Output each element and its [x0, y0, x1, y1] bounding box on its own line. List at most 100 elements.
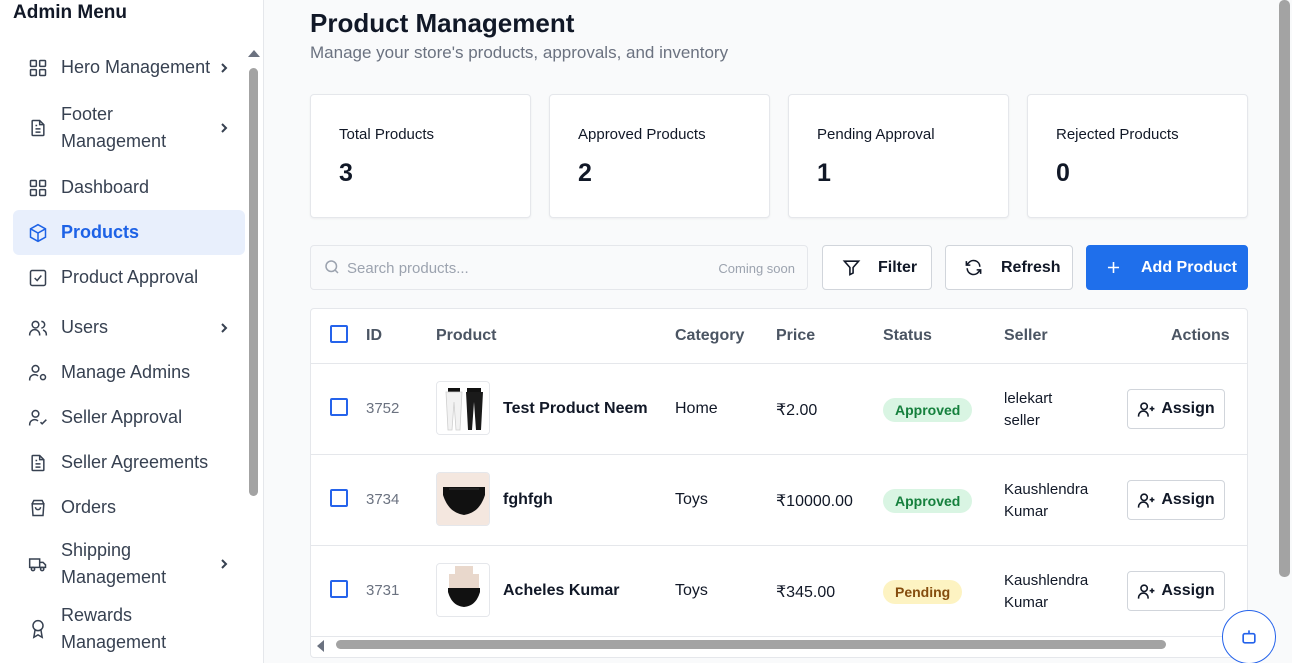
users-icon: [27, 317, 49, 339]
stat-label: Total Products: [339, 126, 435, 143]
select-all-checkbox[interactable]: [330, 325, 348, 343]
product-category: Toys: [675, 491, 708, 508]
document-icon: [27, 117, 49, 139]
plus-icon: [1107, 261, 1120, 274]
chevron-right-icon: [217, 122, 231, 134]
scroll-left-arrow-icon[interactable]: [317, 640, 324, 652]
seller-name-line: Kumar: [1004, 594, 1049, 611]
award-icon: [27, 618, 49, 640]
sidebar-item-shipping-management[interactable]: Shipping Management: [13, 534, 245, 593]
sidebar-item-seller-approval[interactable]: Seller Approval: [13, 395, 245, 440]
sidebar-item-manage-admins[interactable]: Manage Admins: [13, 350, 245, 395]
assign-button[interactable]: Assign: [1127, 389, 1225, 429]
status-badge: Approved: [883, 398, 973, 422]
sidebar-title: Admin Menu: [13, 2, 127, 23]
sidebar-item-seller-agreements[interactable]: Seller Agreements: [13, 440, 245, 485]
assign-button[interactable]: Assign: [1127, 571, 1225, 611]
seller-name: Kaushlendra Kumar: [1004, 570, 1088, 614]
sidebar-item-orders[interactable]: Orders: [13, 485, 245, 530]
page-scrollbar-thumb[interactable]: [1279, 0, 1290, 577]
sidebar-item-rewards-management[interactable]: Rewards Management: [13, 599, 245, 658]
refresh-icon: [965, 259, 982, 276]
user-plus-icon: [1138, 401, 1155, 417]
product-category: Home: [675, 400, 718, 417]
add-product-label: Add Product: [1141, 258, 1237, 276]
filter-icon: [842, 260, 861, 276]
table-row[interactable]: 3752 Test Product Neem Home ₹2.00 Approv…: [311, 364, 1247, 455]
product-price: ₹2.00: [776, 402, 818, 419]
filter-label: Filter: [878, 258, 918, 276]
row-checkbox[interactable]: [330, 489, 348, 507]
chevron-right-icon: [217, 62, 231, 74]
sidebar-item-footer-management[interactable]: Footer Management: [13, 98, 245, 157]
chat-assistant-button[interactable]: [1222, 610, 1276, 663]
seller-name: lelekart seller: [1004, 388, 1052, 432]
scroll-up-arrow-icon[interactable]: [248, 50, 260, 57]
assign-label: Assign: [1161, 582, 1215, 599]
seller-name-line: Kaushlendra: [1004, 481, 1089, 498]
row-checkbox[interactable]: [330, 398, 348, 416]
seller-name: Kaushlendra Kumar: [1004, 479, 1088, 523]
products-table: ID Product Category Price Status Seller …: [310, 308, 1248, 658]
table-row[interactable]: 3731 Acheles Kumar Toys ₹345.00 Pending …: [311, 546, 1247, 637]
user-cog-icon: [27, 362, 49, 384]
sidebar-item-label: Hero Management: [61, 57, 211, 77]
sidebar-item-label: Products: [61, 222, 140, 242]
stat-card-total: Total Products 3: [310, 94, 531, 218]
box-icon: [27, 222, 49, 244]
sidebar-menu: Hero Management Footer Management Dashbo…: [13, 45, 245, 658]
search-input[interactable]: [347, 256, 687, 280]
sidebar-item-label: Users: [61, 317, 109, 337]
column-header-seller: Seller: [1004, 327, 1048, 344]
coming-soon-note: Coming soon: [718, 261, 795, 276]
sidebar-item-label: Product Approval: [61, 267, 199, 287]
refresh-label: Refresh: [1001, 258, 1061, 276]
column-header-product: Product: [436, 327, 497, 344]
sidebar-scrollbar[interactable]: [247, 48, 261, 663]
refresh-button[interactable]: Refresh: [945, 245, 1073, 290]
search-icon: [323, 258, 341, 276]
sidebar-item-users[interactable]: Users: [13, 305, 245, 350]
stat-card-pending: Pending Approval 1: [788, 94, 1009, 218]
chevron-right-icon: [217, 322, 231, 334]
add-product-button[interactable]: Add Product: [1086, 245, 1248, 290]
seller-name-line: seller: [1004, 412, 1040, 429]
table-row[interactable]: 3734 fghfgh Toys ₹10000.00 Approved Kaus…: [311, 455, 1247, 546]
product-price: ₹10000.00: [776, 493, 853, 510]
product-thumbnail[interactable]: [436, 381, 490, 435]
column-header-id: ID: [366, 327, 382, 344]
page-title: Product Management: [310, 8, 575, 38]
product-name[interactable]: fghfgh: [503, 491, 553, 509]
assign-button[interactable]: Assign: [1127, 480, 1225, 520]
sidebar-item-label: Footer Management: [61, 103, 167, 151]
page-subtitle: Manage your store's products, approvals,…: [310, 43, 729, 62]
sidebar-item-hero-management[interactable]: Hero Management: [13, 45, 245, 90]
sidebar-item-label: Rewards Management: [61, 604, 167, 652]
product-thumbnail[interactable]: [436, 563, 490, 617]
row-checkbox[interactable]: [330, 580, 348, 598]
sidebar-item-product-approval[interactable]: Product Approval: [13, 255, 245, 300]
product-name[interactable]: Test Product Neem: [503, 400, 648, 418]
assign-label: Assign: [1161, 400, 1215, 417]
table-header: ID Product Category Price Status Seller …: [311, 309, 1247, 364]
shopping-bag-icon: [27, 497, 49, 519]
sidebar-item-label: Orders: [61, 497, 117, 517]
scrollbar-thumb[interactable]: [249, 68, 258, 496]
product-thumbnail[interactable]: [436, 472, 490, 526]
sidebar-item-dashboard[interactable]: Dashboard: [13, 165, 245, 210]
seller-name-line: lelekart: [1004, 390, 1053, 407]
table-horizontal-scrollbar[interactable]: [311, 636, 1247, 653]
seller-name-line: Kaushlendra: [1004, 572, 1089, 589]
stat-card-approved: Approved Products 2: [549, 94, 770, 218]
stat-label: Approved Products: [578, 126, 706, 143]
status-badge: Approved: [883, 489, 973, 513]
filter-button[interactable]: Filter: [822, 245, 932, 290]
stat-value: 3: [339, 159, 353, 187]
stat-value: 0: [1056, 159, 1070, 187]
sidebar-item-label: Seller Agreements: [61, 452, 209, 472]
search-box: Coming soon: [310, 245, 808, 290]
scrollbar-thumb[interactable]: [336, 640, 1166, 649]
sidebar-item-label: Dashboard: [61, 177, 150, 197]
product-name[interactable]: Acheles Kumar: [503, 582, 620, 600]
sidebar-item-products[interactable]: Products: [13, 210, 245, 255]
